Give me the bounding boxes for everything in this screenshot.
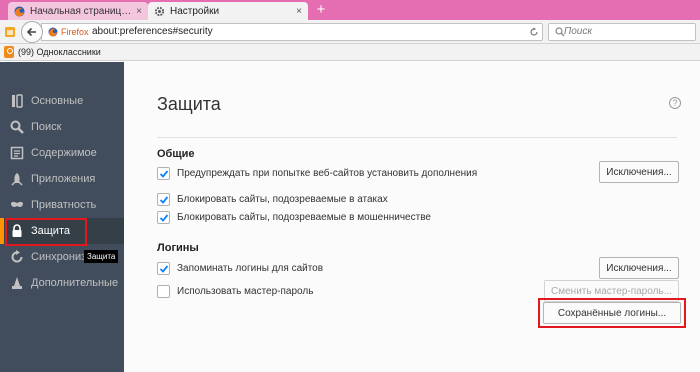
sidebar-item-label: Содержимое xyxy=(31,147,97,159)
odnoklassniki-icon xyxy=(4,46,14,58)
help-icon[interactable]: ? xyxy=(669,97,681,109)
checkmark-icon xyxy=(159,169,169,178)
warn-addons-row[interactable]: Предупреждать при попытке веб-сайтов уст… xyxy=(157,165,477,181)
block-attack-checkbox[interactable] xyxy=(157,192,170,206)
remember-logins-checkbox[interactable] xyxy=(157,261,170,275)
checkmark-icon xyxy=(159,213,169,222)
checkmark-icon xyxy=(159,195,169,204)
tab-label: Настройки xyxy=(170,5,220,17)
search-placeholder: Поиск xyxy=(564,26,593,37)
block-attack-label: Блокировать сайты, подозреваемые в атака… xyxy=(177,193,388,205)
sidebar-item-general[interactable]: Основные xyxy=(0,88,124,114)
block-fraud-label: Блокировать сайты, подозреваемые в мошен… xyxy=(177,211,431,223)
applications-icon xyxy=(11,173,23,186)
privacy-mask-icon xyxy=(11,201,23,207)
sidebar-item-applications[interactable]: Приложения xyxy=(0,166,124,192)
close-tab-icon[interactable]: × xyxy=(136,6,142,17)
page-title: Защита xyxy=(157,94,221,114)
back-arrow-icon xyxy=(26,27,36,37)
saved-logins-highlight-box xyxy=(538,298,686,328)
logins-section-heading: Логины xyxy=(157,242,199,254)
bookmark-odnoklassniki[interactable]: (99) Одноклассники xyxy=(4,46,101,58)
general-icon xyxy=(12,94,23,108)
search-bar[interactable]: Поиск xyxy=(548,23,696,41)
remember-logins-row[interactable]: Запоминать логины для сайтов xyxy=(157,260,323,276)
tab-strip: Начальная страница Mo... × Настройки × + xyxy=(0,0,700,20)
sidebar-tooltip: Защита xyxy=(84,250,119,263)
block-attack-row[interactable]: Блокировать сайты, подозреваемые в атака… xyxy=(157,191,388,207)
block-fraud-row[interactable]: Блокировать сайты, подозреваемые в мошен… xyxy=(157,209,431,225)
url-text[interactable]: about:preferences#security xyxy=(92,26,213,37)
preferences-pane: Защита ? Общие Предупреждать при попытке… xyxy=(124,62,700,372)
sidebar-item-label: Дополнительные xyxy=(31,277,119,289)
advanced-wizard-icon xyxy=(12,277,22,289)
sidebar-item-advanced[interactable]: Дополнительные xyxy=(0,270,124,296)
new-tab-button[interactable]: + xyxy=(313,2,329,18)
sidebar-item-privacy[interactable]: Приватность xyxy=(0,192,124,218)
sidebar-item-label: Приложения xyxy=(31,173,96,185)
content-icon xyxy=(10,146,24,160)
master-password-label: Использовать мастер-пароль xyxy=(177,285,314,297)
reload-icon[interactable] xyxy=(529,27,539,37)
title-divider xyxy=(157,137,677,138)
sidebar-item-label: Поиск xyxy=(31,121,62,133)
firefox-icon xyxy=(14,5,25,17)
bookmark-label: (99) Одноклассники xyxy=(18,47,101,57)
master-password-checkbox[interactable] xyxy=(157,284,170,298)
sidebar-item-content[interactable]: Содержимое xyxy=(0,140,124,166)
sidebar-item-search[interactable]: Поиск xyxy=(0,114,124,140)
general-exceptions-button[interactable]: Исключения... xyxy=(599,161,679,183)
gear-icon xyxy=(154,6,165,16)
master-password-row[interactable]: Использовать мастер-пароль xyxy=(157,283,313,299)
tab-start-page[interactable]: Начальная страница Mo... × xyxy=(8,2,148,20)
checkmark-icon xyxy=(159,264,169,273)
logins-exceptions-button[interactable]: Исключения... xyxy=(599,257,679,279)
bookmarks-toolbar: (99) Одноклассники xyxy=(0,44,700,61)
selection-highlight-box xyxy=(5,218,87,246)
navigation-toolbar: Firefox about:preferences#security Поиск xyxy=(0,20,700,44)
address-bar[interactable]: Firefox about:preferences#security xyxy=(41,23,543,41)
warn-addons-label: Предупреждать при попытке веб-сайтов уст… xyxy=(177,167,478,179)
back-button[interactable] xyxy=(21,21,43,43)
sidebar-item-label: Приватность xyxy=(31,199,97,211)
tab-settings[interactable]: Настройки × xyxy=(148,2,308,20)
sidebar-item-label: Основные xyxy=(31,95,84,107)
tab-label: Начальная страница Mo... xyxy=(30,5,132,17)
remember-logins-label: Запоминать логины для сайтов xyxy=(177,262,324,274)
firefox-identity-icon xyxy=(48,27,58,37)
identity-label: Firefox xyxy=(61,27,89,37)
preferences-sidebar: Основные Поиск Содержимое Приложения При… xyxy=(0,62,124,372)
addon-icon[interactable] xyxy=(4,25,16,38)
search-icon xyxy=(10,120,24,134)
warn-addons-checkbox[interactable] xyxy=(157,166,170,180)
general-section-heading: Общие xyxy=(157,148,195,160)
block-fraud-checkbox[interactable] xyxy=(157,210,170,224)
sync-icon xyxy=(11,250,23,263)
close-tab-icon[interactable]: × xyxy=(296,6,302,17)
